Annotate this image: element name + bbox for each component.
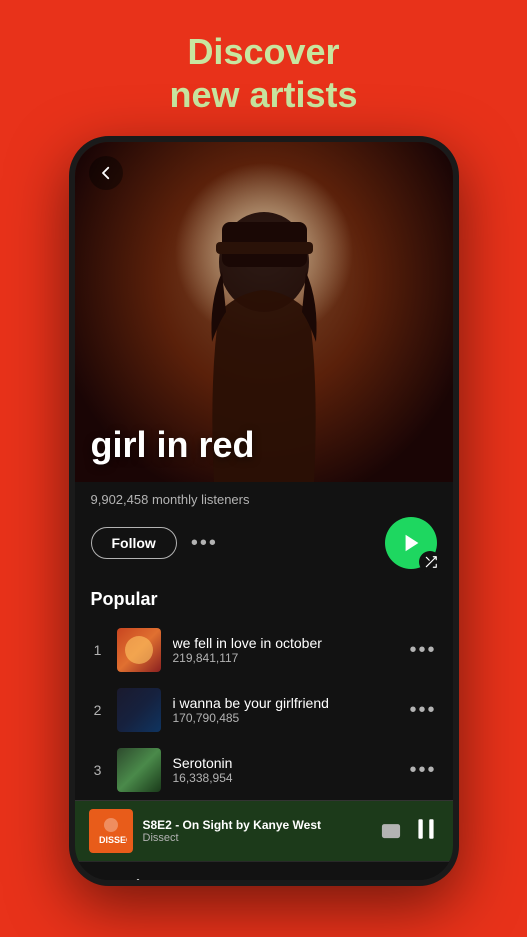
track-number: 2	[91, 702, 105, 718]
artist-name: girl in red	[91, 424, 255, 466]
mini-player[interactable]: DISSECT S8E2 - On Sight by Kanye West Di…	[75, 800, 453, 861]
track-plays: 170,790,485	[173, 711, 398, 725]
mini-title: S8E2 - On Sight by Kanye West	[143, 818, 371, 832]
mini-thumbnail: DISSECT	[89, 809, 133, 853]
monthly-listeners: 9,902,458 monthly listeners	[91, 492, 250, 507]
track-thumbnail	[117, 628, 161, 672]
track-thumbnail	[117, 748, 161, 792]
track-more-icon[interactable]: •••	[409, 639, 436, 662]
track-info: Serotonin 16,338,954	[173, 755, 398, 785]
header-line1: Discover	[187, 31, 339, 72]
track-plays: 219,841,117	[173, 651, 398, 665]
track-more-icon[interactable]: •••	[409, 759, 436, 782]
track-plays: 16,338,954	[173, 771, 398, 785]
header-line2: new artists	[169, 74, 357, 115]
back-button[interactable]	[89, 156, 123, 190]
shuffle-icon	[419, 551, 441, 573]
nav-item-home[interactable]: Home	[75, 862, 201, 886]
track-thumbnail	[117, 688, 161, 732]
track-name: i wanna be your girlfriend	[173, 695, 398, 711]
track-name: Serotonin	[173, 755, 398, 771]
artist-info: 9,902,458 monthly listeners Follow •••	[75, 482, 453, 569]
pause-button[interactable]	[413, 816, 439, 847]
track-more-icon[interactable]: •••	[409, 699, 436, 722]
header-section: Discover new artists	[169, 0, 357, 136]
popular-title: Popular	[91, 589, 437, 610]
bottom-nav: Home Search Your Library	[75, 861, 453, 886]
table-row[interactable]: 2 i wanna be your girlfriend 170,790,485…	[91, 680, 437, 740]
nav-item-search[interactable]: Search	[201, 862, 327, 886]
play-shuffle-button[interactable]	[385, 517, 437, 569]
more-options-icon[interactable]: •••	[191, 532, 218, 555]
artist-name-overlay: girl in red	[91, 424, 255, 466]
track-number: 3	[91, 762, 105, 778]
cast-icon[interactable]	[381, 819, 401, 844]
controls-row: Follow •••	[91, 517, 437, 569]
phone-frame: girl in red 9,902,458 monthly listeners …	[69, 136, 459, 886]
mini-info: S8E2 - On Sight by Kanye West Dissect	[143, 818, 371, 844]
mini-artist: Dissect	[143, 832, 371, 844]
mini-controls	[381, 816, 439, 847]
track-name: we fell in love in october	[173, 635, 398, 651]
artist-hero: girl in red	[75, 142, 453, 482]
table-row[interactable]: 1 we fell in love in october 219,841,117…	[91, 620, 437, 680]
nav-item-library[interactable]: Your Library	[327, 862, 453, 886]
track-info: we fell in love in october 219,841,117	[173, 635, 398, 665]
table-row[interactable]: 3 Serotonin 16,338,954 •••	[91, 740, 437, 800]
track-number: 1	[91, 642, 105, 658]
svg-text:DISSECT: DISSECT	[99, 835, 127, 845]
track-info: i wanna be your girlfriend 170,790,485	[173, 695, 398, 725]
popular-section: Popular 1 we fell in love in october 219…	[75, 585, 453, 800]
follow-button[interactable]: Follow	[91, 527, 177, 559]
